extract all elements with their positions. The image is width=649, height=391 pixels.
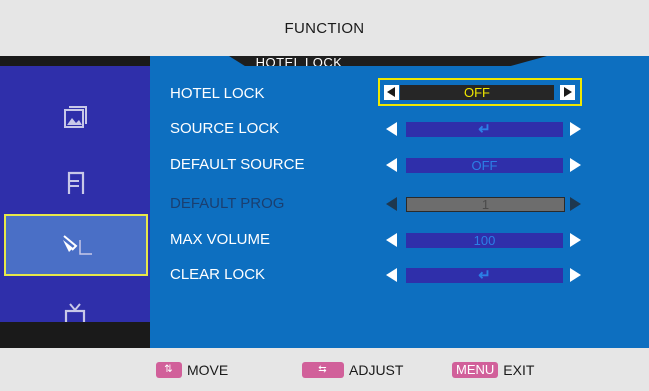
- row-label: DEFAULT PROG: [170, 195, 285, 212]
- enter-icon[interactable]: ↵: [406, 122, 563, 137]
- sidebar: [0, 66, 150, 328]
- row-hotel-lock[interactable]: HOTEL LOCK OFF: [170, 78, 590, 106]
- row-value: 1: [406, 197, 565, 212]
- decrease-arrow-icon[interactable]: [384, 85, 399, 100]
- row-label: MAX VOLUME: [170, 231, 271, 248]
- increase-arrow-icon[interactable]: [570, 268, 581, 282]
- sound-icon: [67, 171, 85, 194]
- move-key-icon: ⇅: [156, 362, 182, 378]
- hint-move-label: MOVE: [187, 362, 229, 378]
- menu-key: MENU: [452, 362, 499, 378]
- osd-menu: FUNCTION HOTEL LOCK HOTEL LOCK OFF SOURC…: [0, 0, 649, 391]
- row-value: OFF: [406, 158, 563, 173]
- increase-arrow-icon[interactable]: [570, 233, 581, 247]
- sidebar-corner: [0, 322, 150, 348]
- decrease-arrow-icon[interactable]: [386, 122, 397, 136]
- row-clear-lock[interactable]: CLEAR LOCK ↵: [170, 264, 590, 286]
- row-value: 100: [406, 233, 563, 248]
- sidebar-item-picture[interactable]: [0, 87, 150, 147]
- row-default-source[interactable]: DEFAULT SOURCE OFF: [170, 154, 590, 176]
- hint-adjust-label: ADJUST: [349, 362, 404, 378]
- hint-adjust: ⇆ ADJUST: [302, 362, 403, 378]
- selection-frame: OFF: [378, 78, 582, 106]
- row-label: HOTEL LOCK: [170, 85, 265, 102]
- sidebar-item-function[interactable]: [4, 214, 148, 276]
- header-bar: FUNCTION: [0, 0, 649, 56]
- decrease-arrow-icon: [386, 197, 397, 211]
- hint-move: ⇅ MOVE: [156, 362, 228, 378]
- function-icon: [63, 235, 92, 255]
- row-default-prog: DEFAULT PROG 1: [170, 193, 590, 215]
- hint-exit: MENU EXIT: [452, 362, 534, 378]
- sidebar-item-sound[interactable]: [0, 152, 150, 212]
- decrease-arrow-icon[interactable]: [386, 233, 397, 247]
- row-label: CLEAR LOCK: [170, 266, 266, 283]
- enter-icon[interactable]: ↵: [406, 268, 563, 283]
- decrease-arrow-icon[interactable]: [386, 158, 397, 172]
- increase-arrow-icon: [570, 197, 581, 211]
- decrease-arrow-icon[interactable]: [386, 268, 397, 282]
- hint-exit-label: EXIT: [503, 362, 535, 378]
- menu-title: FUNCTION: [284, 20, 365, 37]
- footer-bar: ⇅ MOVE ⇆ ADJUST MENU EXIT: [0, 348, 649, 391]
- increase-arrow-icon[interactable]: [570, 122, 581, 136]
- row-label: SOURCE LOCK: [170, 120, 280, 137]
- row-label: DEFAULT SOURCE: [170, 156, 305, 173]
- row-max-volume[interactable]: MAX VOLUME 100: [170, 229, 590, 251]
- adjust-key-icon: ⇆: [302, 362, 344, 378]
- row-value: OFF: [400, 85, 554, 100]
- increase-arrow-icon[interactable]: [570, 158, 581, 172]
- picture-icon: [64, 106, 87, 128]
- increase-arrow-icon[interactable]: [560, 85, 575, 100]
- row-source-lock[interactable]: SOURCE LOCK ↵: [170, 118, 590, 140]
